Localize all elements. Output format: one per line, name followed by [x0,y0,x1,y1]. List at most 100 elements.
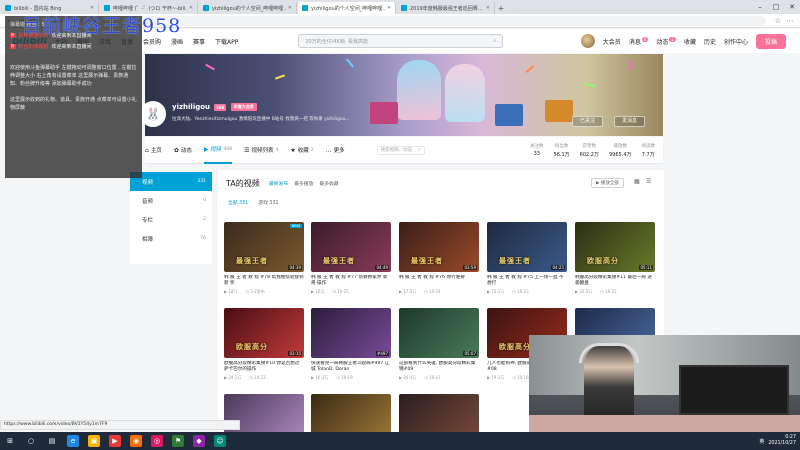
gift-box [545,100,573,122]
menu-icon[interactable]: ⋯ [784,17,796,25]
filter-tab[interactable]: 全部 331 [228,199,248,206]
close-tab-icon[interactable]: ✕ [486,5,490,11]
video-card[interactable]: 最强王者 03:59 韩 服 王 者 教 程 #76 你行谁要 ▶ 17.5万 ◷ 10… [399,222,479,295]
search-input[interactable]: 20万的全仔/4K帧, 看我高能 [305,38,493,45]
taskbar-app-icon[interactable]: ◉ [130,435,142,447]
video-thumbnail[interactable]: 最强王者 03:59 [399,222,479,272]
video-duration: 04:39 [288,265,302,270]
video-card[interactable]: 05:07 这部看到什么英雄, 欧服高分段精彩集锦#09 ▶ 26.4万 ◷ 10-1… [399,308,479,381]
top-nav-item[interactable]: 赛事 [193,37,205,46]
star-icon[interactable]: ☆ [772,17,784,25]
profile-tab[interactable]: … 更多 [326,137,345,164]
header-item-favorites[interactable]: 收藏 [684,37,696,46]
sidebar-item[interactable]: 专栏 2 [130,210,212,229]
video-thumbnail[interactable]: 最强王者 04:25 [487,222,567,272]
site-search[interactable]: 20万的全仔/4K帧, 看我高能 ⌕ [298,34,504,48]
video-thumbnail[interactable]: 最强王者 04:39 NEW [224,222,304,272]
video-thumbnail[interactable]: 05:07 [399,308,479,358]
video-card[interactable]: #497 快速看完一局韩服王者斗殴局#497 辽城 TolanD, Doran ▶ … [311,308,391,381]
close-tab-icon[interactable]: ✕ [288,5,292,11]
taskbar-app-icon[interactable]: ◆ [193,435,205,447]
taskbar-app-icon[interactable]: ▤ [46,435,58,447]
profile-tab[interactable]: ▶ 视频 408 [203,137,233,164]
user-avatar[interactable] [580,34,595,48]
close-tab-icon[interactable]: ✕ [387,5,391,11]
video-card[interactable]: 最强王者 04:49 韩 服 王 者 教 程 #77 侦察帅家界 新奇 操作 ▶ 16… [311,222,391,295]
video-thumbnail[interactable]: #497 [311,308,391,358]
sort-option[interactable]: 最新发布 [269,180,288,187]
taskbar-icons: ⊞ ○ ▤ e ▣ ▶ ◉ ◎ ⚑ ◆ ☺ [4,435,235,447]
video-title[interactable]: 快速看完一局韩服王者斗殴局#497 辽城 TolanD, Doran [311,361,391,373]
taskbar-app-icon[interactable]: e [67,435,79,447]
search-icon[interactable]: ⌕ [494,38,497,44]
thumbnail-caption: 最强王者 [499,257,531,265]
system-tray: 英 0:27 2021/10/27 [759,435,796,447]
profile-avatar[interactable]: 🐰 [140,101,166,127]
video-thumbnail[interactable]: 最强王者 04:49 [311,222,391,272]
play-all-button[interactable]: ▶ 播放全部 [591,178,624,188]
taskbar-app-icon[interactable]: ▣ [88,435,100,447]
message-button[interactable]: 发消息 [614,116,646,127]
taskbar-app-icon[interactable]: ▶ [109,435,121,447]
overlay-message: 粉粉丝的弹幕姬 欢迎来到本直播间 [10,43,137,50]
taskbar-app-icon[interactable]: ○ [25,435,37,447]
profile-stat: 获赞数 602.2万 [580,143,599,158]
browser-tab[interactable]: 2019年度韩服最强王者巡回赛... ✕ [397,2,495,14]
header-item-messages[interactable]: 消息 8 [629,36,649,46]
video-card[interactable]: 欧服高分 05:11 韩服高分段精彩集锦#11 最后一局 逆袭翻盘 ▶ 22.5万 ◷ … [575,222,655,295]
upload-button[interactable]: 投稿 [755,33,786,49]
video-title[interactable]: 欧服高分段精彩集锦#10 你是否想过萨卡巴尔的操作 [224,361,304,373]
sidebar-item[interactable]: 音频 0 [130,191,212,210]
top-nav-item[interactable]: 下载APP [215,37,238,46]
lang-indicator[interactable]: 英 [759,438,764,445]
grid-view-icon[interactable]: ▦ [634,178,640,185]
taskbar-app-icon[interactable]: ⊞ [4,435,16,447]
sort-option[interactable]: 最多收藏 [319,180,338,187]
publish-date: ◷ 10-25 [332,289,349,294]
header-item-vip[interactable]: 大会员 [603,37,621,46]
close-window-icon[interactable]: ✕ [784,3,800,11]
danmaku-overlay[interactable]: 弹幕姬 粉丝 : 5 粉鼠标猫猫的的 欢迎来到本直播间粉粉丝的弹幕姬 欢迎来到本直播… [5,16,142,178]
new-tab-button[interactable]: + [495,2,507,14]
maximize-icon[interactable]: □ [768,3,784,11]
taskbar-app-icon[interactable]: ⚑ [172,435,184,447]
space-search[interactable]: 搜索视频、动态 ⌕ [376,145,425,155]
header-item-history[interactable]: 历史 [704,37,716,46]
profile-stats: 关注数 33 粉丝数 56.1万 获赞数 602.2万 播放数 9965.4万 阅读数 7.7万 [530,143,663,158]
minimize-icon[interactable]: – [752,3,768,11]
publish-date: ◷ 10-19 [336,375,353,380]
filter-tab[interactable]: 游戏 331 [258,199,278,206]
new-badge: NEW [289,224,302,228]
follow-button[interactable]: 已关注 [572,116,604,127]
video-thumbnail[interactable]: 欧服高分 05:11 [575,222,655,272]
content-sidebar: 视频 331 音频 0 专栏 2 相簿 76 [130,172,212,264]
profile-tab[interactable]: ☰ 视频列表 9 [244,137,278,164]
clock[interactable]: 0:27 2021/10/27 [768,435,796,447]
video-title[interactable]: 韩服高分段精彩集锦#11 最后一局 逆袭翻盘 [575,275,655,287]
video-title[interactable]: 韩 服 王 者 教 程 #76 你行谁要 [399,275,479,287]
video-title[interactable]: 韩 服 王 者 教 程 #78 帮我继续就接到新 奖 [224,275,304,287]
sort-option[interactable]: 最多播放 [294,180,313,187]
taskbar-app-icon[interactable]: ◎ [151,435,163,447]
browser-tab[interactable]: yizhiligou的个人空间_哔哩哔哩... ✕ [298,2,396,14]
header-item-dynamic[interactable]: 动态 2 [656,36,676,46]
video-card[interactable]: 最强王者 04:39 NEW 韩 服 王 者 教 程 #78 帮我继续就接到新 奖 ▶ … [224,222,304,295]
search-icon[interactable]: ⌕ [418,147,421,154]
video-card[interactable]: 欧服高分 03:15 欧服高分段精彩集锦#10 你是否想过萨卡巴尔的操作 ▶ 24.1… [224,308,304,381]
taskbar-app-icon[interactable]: ☺ [214,435,226,447]
list-view-icon[interactable]: ☰ [646,178,651,185]
profile-tab[interactable]: ✿ 动态 [174,137,192,164]
browser-tab[interactable]: yizhiligou的个人空间_哔哩哔哩... ✕ [199,2,297,14]
video-card[interactable]: 最强王者 04:25 韩 服 王 者 教 程 #75 上一场一直 不想打 ▶ 15.1… [487,222,567,295]
header-item-creator[interactable]: 创作中心 [724,37,748,46]
tab-title: yizhiligou的个人空间_哔哩哔哩... [212,5,286,12]
close-tab-icon[interactable]: ✕ [189,5,193,11]
profile-tab[interactable]: ⌂ 主页 [145,137,162,164]
video-title[interactable]: 韩 服 王 者 教 程 #77 侦察帅家界 新奇 操作 [311,275,391,287]
profile-tab[interactable]: ★ 收藏 2 [290,137,313,164]
video-title[interactable]: 韩 服 王 者 教 程 #75 上一场一直 不想打 [487,275,567,287]
sidebar-item[interactable]: 视频 331 [130,172,212,191]
video-title[interactable]: 这部看到什么英雄, 欧服高分段精彩集锦#09 [399,361,479,373]
sidebar-item[interactable]: 相簿 76 [130,229,212,248]
video-thumbnail[interactable]: 欧服高分 03:15 [224,308,304,358]
